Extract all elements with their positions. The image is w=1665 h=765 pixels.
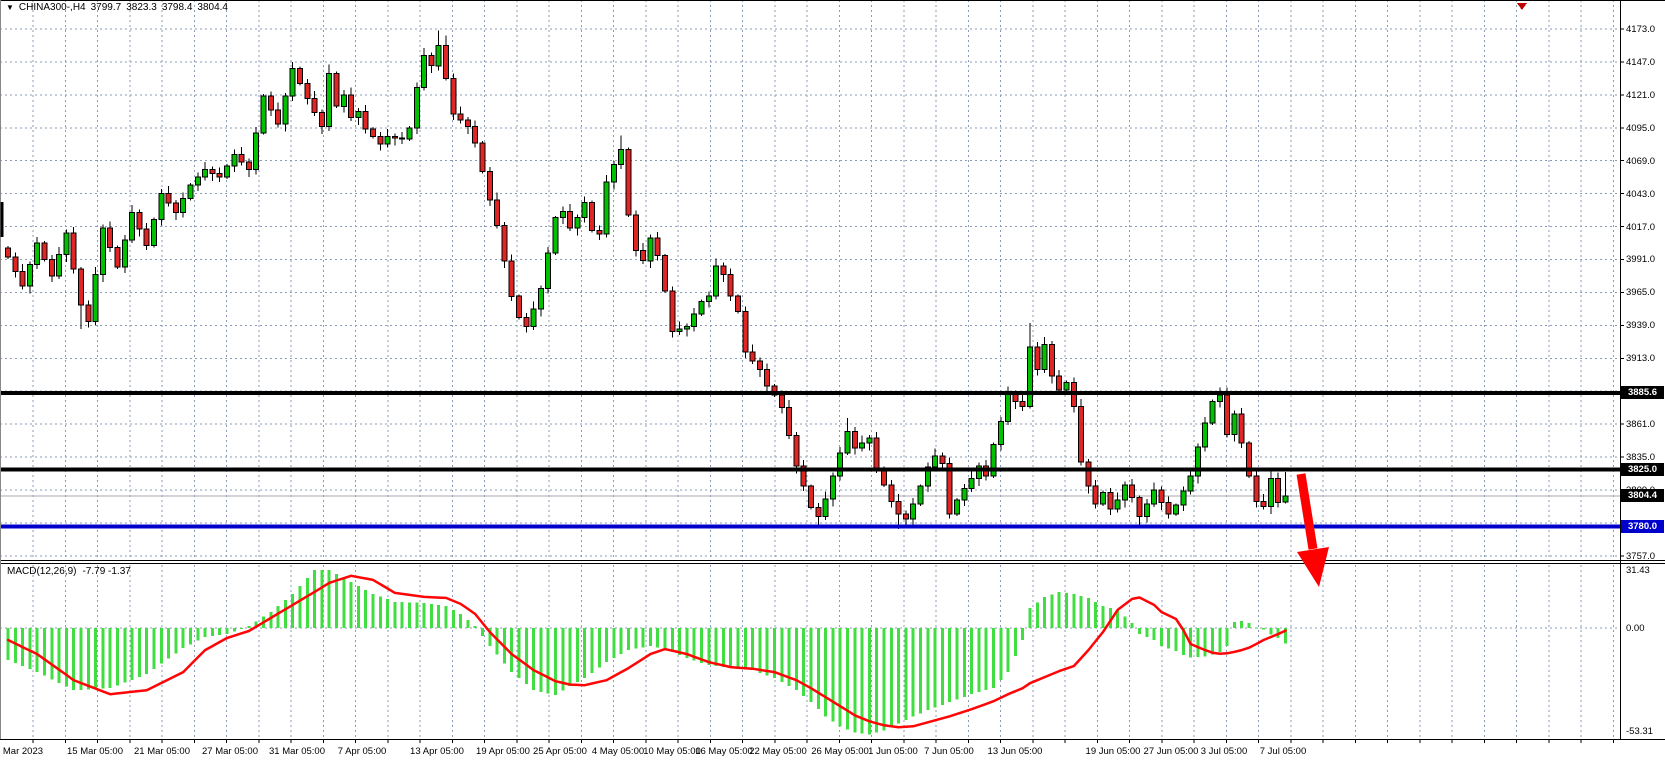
time-axis-label: 19 Apr 05:00 xyxy=(476,745,530,758)
time-axis-label: 27 Jun 05:00 xyxy=(1144,745,1199,758)
time-axis-label: 7 Jun 05:00 xyxy=(924,745,974,758)
ohlc-close: 3804.4 xyxy=(197,2,228,13)
time-axis-label: 1 Jun 05:00 xyxy=(868,745,918,758)
time-axis-label: 26 May 05:00 xyxy=(811,745,869,758)
time-axis-label: 9 Mar 2023 xyxy=(0,745,43,758)
price-axis-label: 3965.0 xyxy=(1626,286,1655,299)
price-badge-3885.6: 3885.6 xyxy=(1621,386,1664,399)
time-axis-label: 7 Apr 05:00 xyxy=(338,745,387,758)
price-axis-label: 4121.0 xyxy=(1626,89,1655,102)
ohlc-open: 3799.7 xyxy=(91,2,122,13)
time-axis-label: 27 Mar 05:00 xyxy=(202,745,258,758)
time-axis-label: 22 May 05:00 xyxy=(749,745,807,758)
level-line-3780[interactable] xyxy=(0,525,1620,529)
time-axis-label: 25 Apr 05:00 xyxy=(533,745,587,758)
macd-axis-label: -53.31 xyxy=(1626,725,1653,738)
macd-name: MACD(12,26,9) xyxy=(7,566,76,577)
time-axis-label: 3 Jul 05:00 xyxy=(1201,745,1247,758)
mt4-chart-window: { "title": { "dropdown_icon": "▼", "symb… xyxy=(0,0,1665,765)
price-axis-label: 3991.0 xyxy=(1626,253,1655,266)
time-axis-label: 4 May 05:00 xyxy=(592,745,644,758)
time-axis-label: 19 Jun 05:00 xyxy=(1086,745,1141,758)
time-axis-label: 15 Mar 05:00 xyxy=(67,745,123,758)
time-axis-label: 7 Jul 05:00 xyxy=(1260,745,1306,758)
symbol-dropdown-icon[interactable]: ▼ xyxy=(6,3,14,12)
price-axis-label: 4095.0 xyxy=(1626,122,1655,135)
price-axis-label: 3861.0 xyxy=(1626,418,1655,431)
time-axis-label: 13 Apr 05:00 xyxy=(410,745,464,758)
price-axis-label: 4069.0 xyxy=(1626,155,1655,168)
macd-indicator-label: MACD(12,26,9) -7.79 -1.37 xyxy=(7,566,131,577)
time-axis-label: 10 May 05:00 xyxy=(643,745,701,758)
level-line-3885.6[interactable] xyxy=(0,391,1620,395)
time-axis-label: 13 Jun 05:00 xyxy=(988,745,1043,758)
ohlc-low: 3798.4 xyxy=(162,2,193,13)
clipped-candle xyxy=(1,202,4,237)
price-axis-label: 3757.0 xyxy=(1626,550,1655,563)
price-badge-3780.0: 3780.0 xyxy=(1621,520,1664,533)
macd-axis-label: 0.00 xyxy=(1626,622,1645,635)
price-badge-3804.4: 3804.4 xyxy=(1621,489,1664,502)
time-axis-label: 21 Mar 05:00 xyxy=(134,745,190,758)
chart-title: ▼ CHINA300-,H4 3799.7 3823.3 3798.4 3804… xyxy=(6,2,228,13)
price-badge-3825.0: 3825.0 xyxy=(1621,463,1664,476)
price-axis-label: 4147.0 xyxy=(1626,56,1655,69)
time-axis-label: 16 May 05:00 xyxy=(695,745,753,758)
macd-values: -7.79 -1.37 xyxy=(82,566,130,577)
price-axis-label: 4043.0 xyxy=(1626,188,1655,201)
price-axis-label: 4173.0 xyxy=(1626,23,1655,36)
time-axis-label: 31 Mar 05:00 xyxy=(269,745,325,758)
price-axis-label: 4017.0 xyxy=(1626,221,1655,234)
price-axis-label: 3913.0 xyxy=(1626,352,1655,365)
level-line-3825[interactable] xyxy=(0,468,1620,472)
symbol-period-label: CHINA300-,H4 xyxy=(19,2,86,13)
price-axis-label: 3939.0 xyxy=(1626,319,1655,332)
chart-canvas[interactable] xyxy=(0,0,1665,765)
macd-axis-label: 31.43 xyxy=(1626,564,1650,577)
ohlc-high: 3823.3 xyxy=(126,2,157,13)
